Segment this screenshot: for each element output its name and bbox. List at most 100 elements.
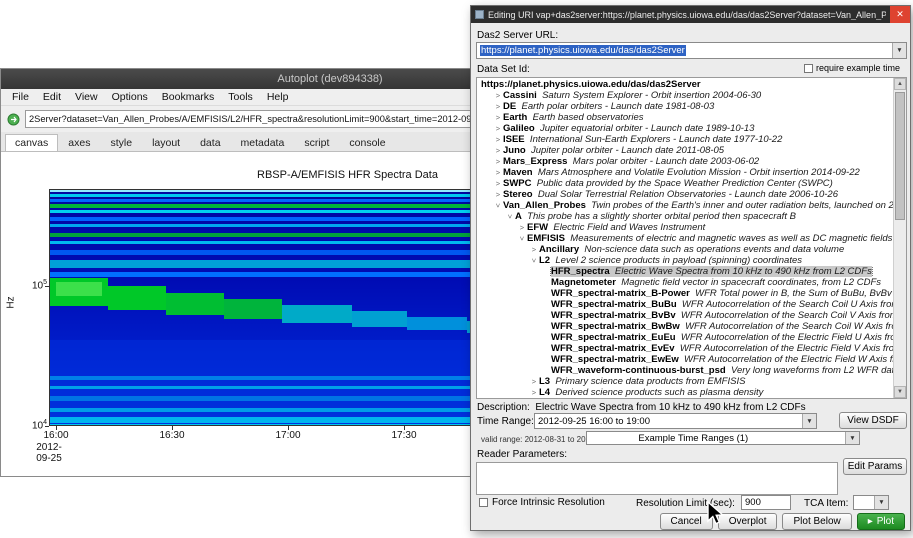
- tca-item-label: TCA Item:: [804, 498, 848, 509]
- tab-style[interactable]: style: [100, 134, 142, 151]
- tree-item-juno[interactable]: >Juno Jupiter polar orbiter - Launch dat…: [477, 145, 893, 156]
- x-tick-label: 16:30: [152, 430, 192, 441]
- tree-item-maven[interactable]: >Maven Mars Atmosphere and Volatile Evol…: [477, 167, 893, 178]
- expander-icon[interactable]: >: [493, 123, 503, 134]
- tree-item-desc: Magnetic field vector in spacecraft coor…: [616, 277, 881, 288]
- menu-tools[interactable]: Tools: [221, 89, 260, 106]
- expander-icon[interactable]: >: [493, 145, 503, 156]
- tree-item-de[interactable]: >DE Earth polar orbiters - Launch date 1…: [477, 101, 893, 112]
- tree-item-https-planet-physics-uiowa-edu-das-das2server[interactable]: https://planet.physics.uiowa.edu/das/das…: [477, 79, 893, 90]
- tree-item-text: https://planet.physics.uiowa.edu/das/das…: [481, 79, 701, 90]
- tree-item-l3[interactable]: >L3 Primary science data products from E…: [477, 376, 893, 387]
- tree-item-hfr-spectra[interactable]: HFR_spectra Electric Wave Spectra from 1…: [477, 266, 893, 277]
- tree-item-text: WFR_spectral-matrix_BuBu WFR Autocorrela…: [551, 299, 893, 310]
- tab-layout[interactable]: layout: [142, 134, 190, 151]
- scroll-down-icon[interactable]: ▼: [894, 386, 906, 398]
- dialog-close-icon[interactable]: ✕: [890, 6, 910, 23]
- tca-item-combo[interactable]: ▼: [853, 495, 889, 510]
- mouse-cursor: [703, 501, 727, 527]
- tree-item-name: Stereo: [503, 189, 533, 200]
- expander-icon[interactable]: >: [493, 189, 503, 200]
- tree-item-text: Magnetometer Magnetic field vector in sp…: [551, 277, 881, 288]
- tree-item-stereo[interactable]: >Stereo Dual Solar Terrestrial Relation …: [477, 189, 893, 200]
- tree-item-text: L2 Level 2 science products in payload (…: [539, 255, 802, 266]
- tree-item-cassini[interactable]: >Cassini Saturn System Explorer - Orbit …: [477, 90, 893, 101]
- expander-icon[interactable]: >: [493, 201, 504, 211]
- tree-item-magnetometer[interactable]: Magnetometer Magnetic field vector in sp…: [477, 277, 893, 288]
- chevron-down-icon[interactable]: ▼: [874, 496, 888, 509]
- tree-item-earth[interactable]: >Earth Earth based observatories: [477, 112, 893, 123]
- tab-axes[interactable]: axes: [58, 134, 100, 151]
- view-dsdf-button[interactable]: View DSDF: [839, 412, 907, 429]
- expander-icon[interactable]: >: [493, 112, 503, 123]
- tab-script[interactable]: script: [294, 134, 339, 151]
- expander-icon[interactable]: >: [529, 387, 539, 398]
- tree-item-galileo[interactable]: >Galileo Jupiter equatorial orbiter - La…: [477, 123, 893, 134]
- tree-item-desc: Mars Atmosphere and Volatile Evolution M…: [533, 167, 860, 178]
- require-example-time-checkbox[interactable]: [804, 64, 813, 73]
- tree-item-wfr-spectral-matrix-evev[interactable]: WFR_spectral-matrix_EvEv WFR Autocorrela…: [477, 343, 893, 354]
- tree-item-isee[interactable]: >ISEE International Sun-Earth Explorers …: [477, 134, 893, 145]
- tree-item-a[interactable]: >A This probe has a slightly shorter orb…: [477, 211, 893, 222]
- tree-item-van-allen-probes[interactable]: >Van_Allen_Probes Twin probes of the Ear…: [477, 200, 893, 211]
- menu-bookmarks[interactable]: Bookmarks: [155, 89, 222, 106]
- tree-item-wfr-spectral-matrix-bvbv[interactable]: WFR_spectral-matrix_BvBv WFR Autocorrela…: [477, 310, 893, 321]
- tree-item-desc: Public data provided by the Space Weathe…: [532, 178, 833, 189]
- expander-icon[interactable]: >: [493, 134, 503, 145]
- menu-help[interactable]: Help: [260, 89, 296, 106]
- tree-item-swpc[interactable]: >SWPC Public data provided by the Space …: [477, 178, 893, 189]
- force-intrinsic-checkbox[interactable]: [479, 498, 488, 507]
- tree-item-wfr-spectral-matrix-bubu[interactable]: WFR_spectral-matrix_BuBu WFR Autocorrela…: [477, 299, 893, 310]
- tree-item-l4[interactable]: >L4 Derived science products such as pla…: [477, 387, 893, 398]
- expander-icon[interactable]: >: [505, 212, 516, 222]
- scrollbar-thumb[interactable]: [895, 92, 905, 220]
- expander-icon[interactable]: >: [493, 178, 503, 189]
- scroll-up-icon[interactable]: ▲: [894, 78, 906, 90]
- server-url-combo[interactable]: https://planet.physics.uiowa.edu/das/das…: [476, 42, 907, 59]
- expander-icon[interactable]: >: [493, 90, 503, 101]
- menu-view[interactable]: View: [68, 89, 105, 106]
- resolution-limit-input[interactable]: 900: [741, 495, 791, 510]
- tab-canvas[interactable]: canvas: [5, 134, 58, 151]
- expander-icon[interactable]: >: [493, 156, 503, 167]
- time-range-combo[interactable]: 2012-09-25 16:00 to 19:00 ▼: [534, 413, 817, 429]
- tree-item-wfr-spectral-matrix-bwbw[interactable]: WFR_spectral-matrix_BwBw WFR Autocorrela…: [477, 321, 893, 332]
- tree-scrollbar[interactable]: ▲ ▼: [893, 78, 906, 398]
- tree-item-wfr-spectral-matrix-ewew[interactable]: WFR_spectral-matrix_EwEw WFR Autocorrela…: [477, 354, 893, 365]
- tab-data[interactable]: data: [190, 134, 230, 151]
- tree-item-ancillary[interactable]: >Ancillary Non-science data such as oper…: [477, 244, 893, 255]
- chevron-down-icon[interactable]: ▼: [802, 414, 816, 428]
- expander-icon[interactable]: >: [529, 256, 540, 266]
- example-time-ranges-combo[interactable]: Example Time Ranges (1) ▼: [586, 431, 860, 445]
- tree-item-desc: WFR Total power in B, the Sum of BuBu, B…: [690, 288, 893, 299]
- x-tick-label: 16:00: [36, 430, 76, 441]
- plot-button[interactable]: ▸Plot: [857, 513, 905, 530]
- expander-icon[interactable]: >: [517, 222, 527, 233]
- expander-icon[interactable]: >: [529, 376, 539, 387]
- expander-icon[interactable]: >: [529, 244, 539, 255]
- tree-item-text: WFR_spectral-matrix_B-Power WFR Total po…: [551, 288, 893, 299]
- tab-console[interactable]: console: [339, 134, 395, 151]
- expander-icon[interactable]: >: [493, 167, 503, 178]
- tree-item-wfr-spectral-matrix-eueu[interactable]: WFR_spectral-matrix_EuEu WFR Autocorrela…: [477, 332, 893, 343]
- reader-params-input[interactable]: [476, 462, 838, 495]
- menu-edit[interactable]: Edit: [36, 89, 68, 106]
- expander-icon[interactable]: >: [493, 101, 503, 112]
- tree-item-l2[interactable]: >L2 Level 2 science products in payload …: [477, 255, 893, 266]
- chevron-down-icon[interactable]: ▼: [845, 432, 859, 444]
- tree-item-text: Juno Jupiter polar orbiter - Launch date…: [503, 145, 724, 156]
- tree-item-efw[interactable]: >EFW Electric Field and Waves Instrument: [477, 222, 893, 233]
- dialog-titlebar[interactable]: Editing URI vap+das2server:https://plane…: [471, 6, 910, 23]
- expander-icon[interactable]: >: [517, 234, 528, 244]
- menu-options[interactable]: Options: [105, 89, 155, 106]
- chevron-down-icon[interactable]: ▼: [892, 43, 906, 58]
- tab-metadata[interactable]: metadata: [231, 134, 295, 151]
- tree-item-emfisis[interactable]: >EMFISIS Measurements of electric and ma…: [477, 233, 893, 244]
- menu-file[interactable]: File: [5, 89, 36, 106]
- tree-item-wfr-spectral-matrix-b-power[interactable]: WFR_spectral-matrix_B-Power WFR Total po…: [477, 288, 893, 299]
- edit-params-button[interactable]: Edit Params: [843, 458, 907, 475]
- tree-item-wfr-waveform-continuous-burst-psd[interactable]: WFR_waveform-continuous-burst_psd Very l…: [477, 365, 893, 376]
- plot-below-button[interactable]: Plot Below: [782, 513, 851, 530]
- tree-item-name: Earth: [503, 112, 527, 123]
- tree-item-mars-express[interactable]: >Mars_Express Mars polar orbiter - Launc…: [477, 156, 893, 167]
